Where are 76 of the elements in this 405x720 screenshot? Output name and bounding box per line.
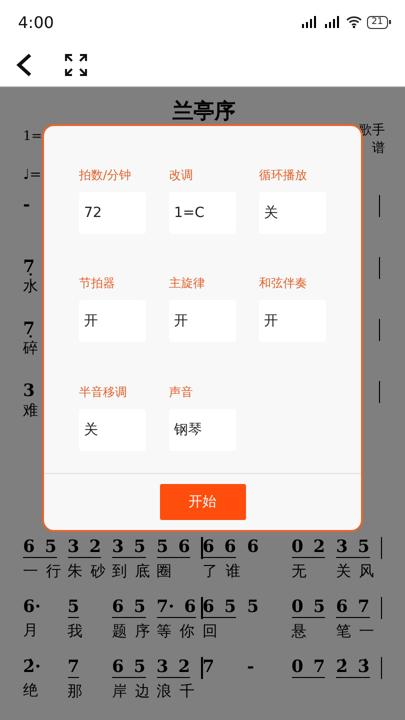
setting-label: 循环播放: [259, 167, 308, 184]
note-group: 6: [247, 537, 259, 557]
wifi-icon: [346, 16, 362, 28]
battery-icon: 21: [366, 16, 391, 28]
score-title: 兰亭序: [172, 98, 236, 125]
status-time: 4:00: [18, 12, 54, 32]
lyric-text: 水: [23, 277, 38, 296]
note-group: 3 5: [336, 537, 370, 558]
setting-label: 半音移调: [79, 384, 128, 401]
lyric-text: 岸 边: [112, 682, 150, 701]
note-group: 6·: [23, 597, 41, 617]
note-group: 6 5: [23, 537, 57, 558]
setting-label: 拍数/分钟: [79, 167, 132, 184]
note-group: 2̇ 3̇: [336, 657, 370, 678]
setting-field[interactable]: 开: [169, 300, 236, 342]
note-group: 7· 6: [156, 597, 196, 618]
setting-label: 改调: [169, 167, 194, 184]
note-group: 0 2: [292, 537, 326, 558]
signal-icon: [300, 16, 318, 28]
lyric-text: 浪 千: [156, 682, 194, 701]
setting-label: 声音: [169, 384, 194, 401]
lyric-text: 碎: [23, 339, 38, 358]
note-group: 3 5: [112, 537, 146, 558]
signal-icon: [322, 16, 341, 28]
setting-field[interactable]: 开: [79, 300, 146, 342]
lyric-text: 题 序: [112, 622, 150, 641]
setting-field[interactable]: 1=C: [169, 192, 236, 234]
note-group: 5: [68, 597, 80, 618]
note-group: 0 5: [292, 597, 326, 618]
note-group: 6 6: [202, 537, 236, 558]
lyric-text: 等 你: [156, 622, 194, 641]
lyric-text: 月: [23, 621, 38, 640]
setting-field[interactable]: 关: [259, 192, 326, 234]
lyric-text: 圈: [156, 562, 172, 581]
lyric-text: 无: [292, 562, 306, 581]
lyric-text: 悬: [292, 622, 306, 641]
lyric-text: 那: [68, 682, 82, 701]
note-group: 6 5: [202, 597, 236, 618]
back-button[interactable]: [14, 53, 34, 77]
note-group: 7: [202, 657, 214, 677]
lyric-text: 我: [68, 622, 82, 641]
note-group: 3 2: [68, 537, 102, 558]
setting-field[interactable]: 关: [79, 408, 146, 451]
lyric-text: 回: [202, 622, 218, 641]
tempo-marking: ♩=: [23, 167, 42, 185]
note-group: 5 6: [156, 537, 190, 558]
note-text: 7̣: [23, 257, 36, 277]
setting-field[interactable]: 72: [79, 192, 146, 234]
lyric-text: 难: [23, 401, 38, 420]
lyric-text: 一 行: [23, 562, 61, 581]
lyric-text: 了 谁: [202, 562, 240, 581]
note-group: 2̇·: [23, 657, 41, 677]
note-group: 6 5: [112, 657, 146, 678]
note-text: 7̣: [23, 319, 36, 339]
setting-label: 和弦伴奏: [259, 275, 308, 292]
lyric-text: 绝: [23, 681, 38, 700]
note-text: -: [23, 195, 30, 215]
note-group: 6 7: [336, 597, 370, 618]
setting-label: 节拍器: [79, 275, 116, 292]
note-group: -: [247, 657, 254, 677]
note-group: 7: [68, 657, 80, 678]
key-signature: 1=: [23, 129, 42, 146]
lyric-text: 到 底: [112, 562, 150, 581]
credit-text: 谱: [372, 140, 385, 157]
note-group: 0 7: [292, 657, 326, 678]
note-group: 6 5: [112, 597, 146, 618]
fullscreen-button[interactable]: [64, 53, 88, 77]
setting-label: 主旋律: [169, 275, 206, 292]
setting-field[interactable]: 开: [259, 300, 326, 342]
note-group: 5: [247, 597, 259, 617]
setting-field[interactable]: 钢琴: [169, 408, 236, 451]
note-text: 3: [23, 381, 36, 401]
lyric-text: 笔 一: [336, 622, 374, 641]
lyric-text: 关 风: [336, 562, 374, 581]
note-group: 3 2: [156, 657, 190, 678]
lyric-text: 朱 砂: [68, 562, 106, 581]
